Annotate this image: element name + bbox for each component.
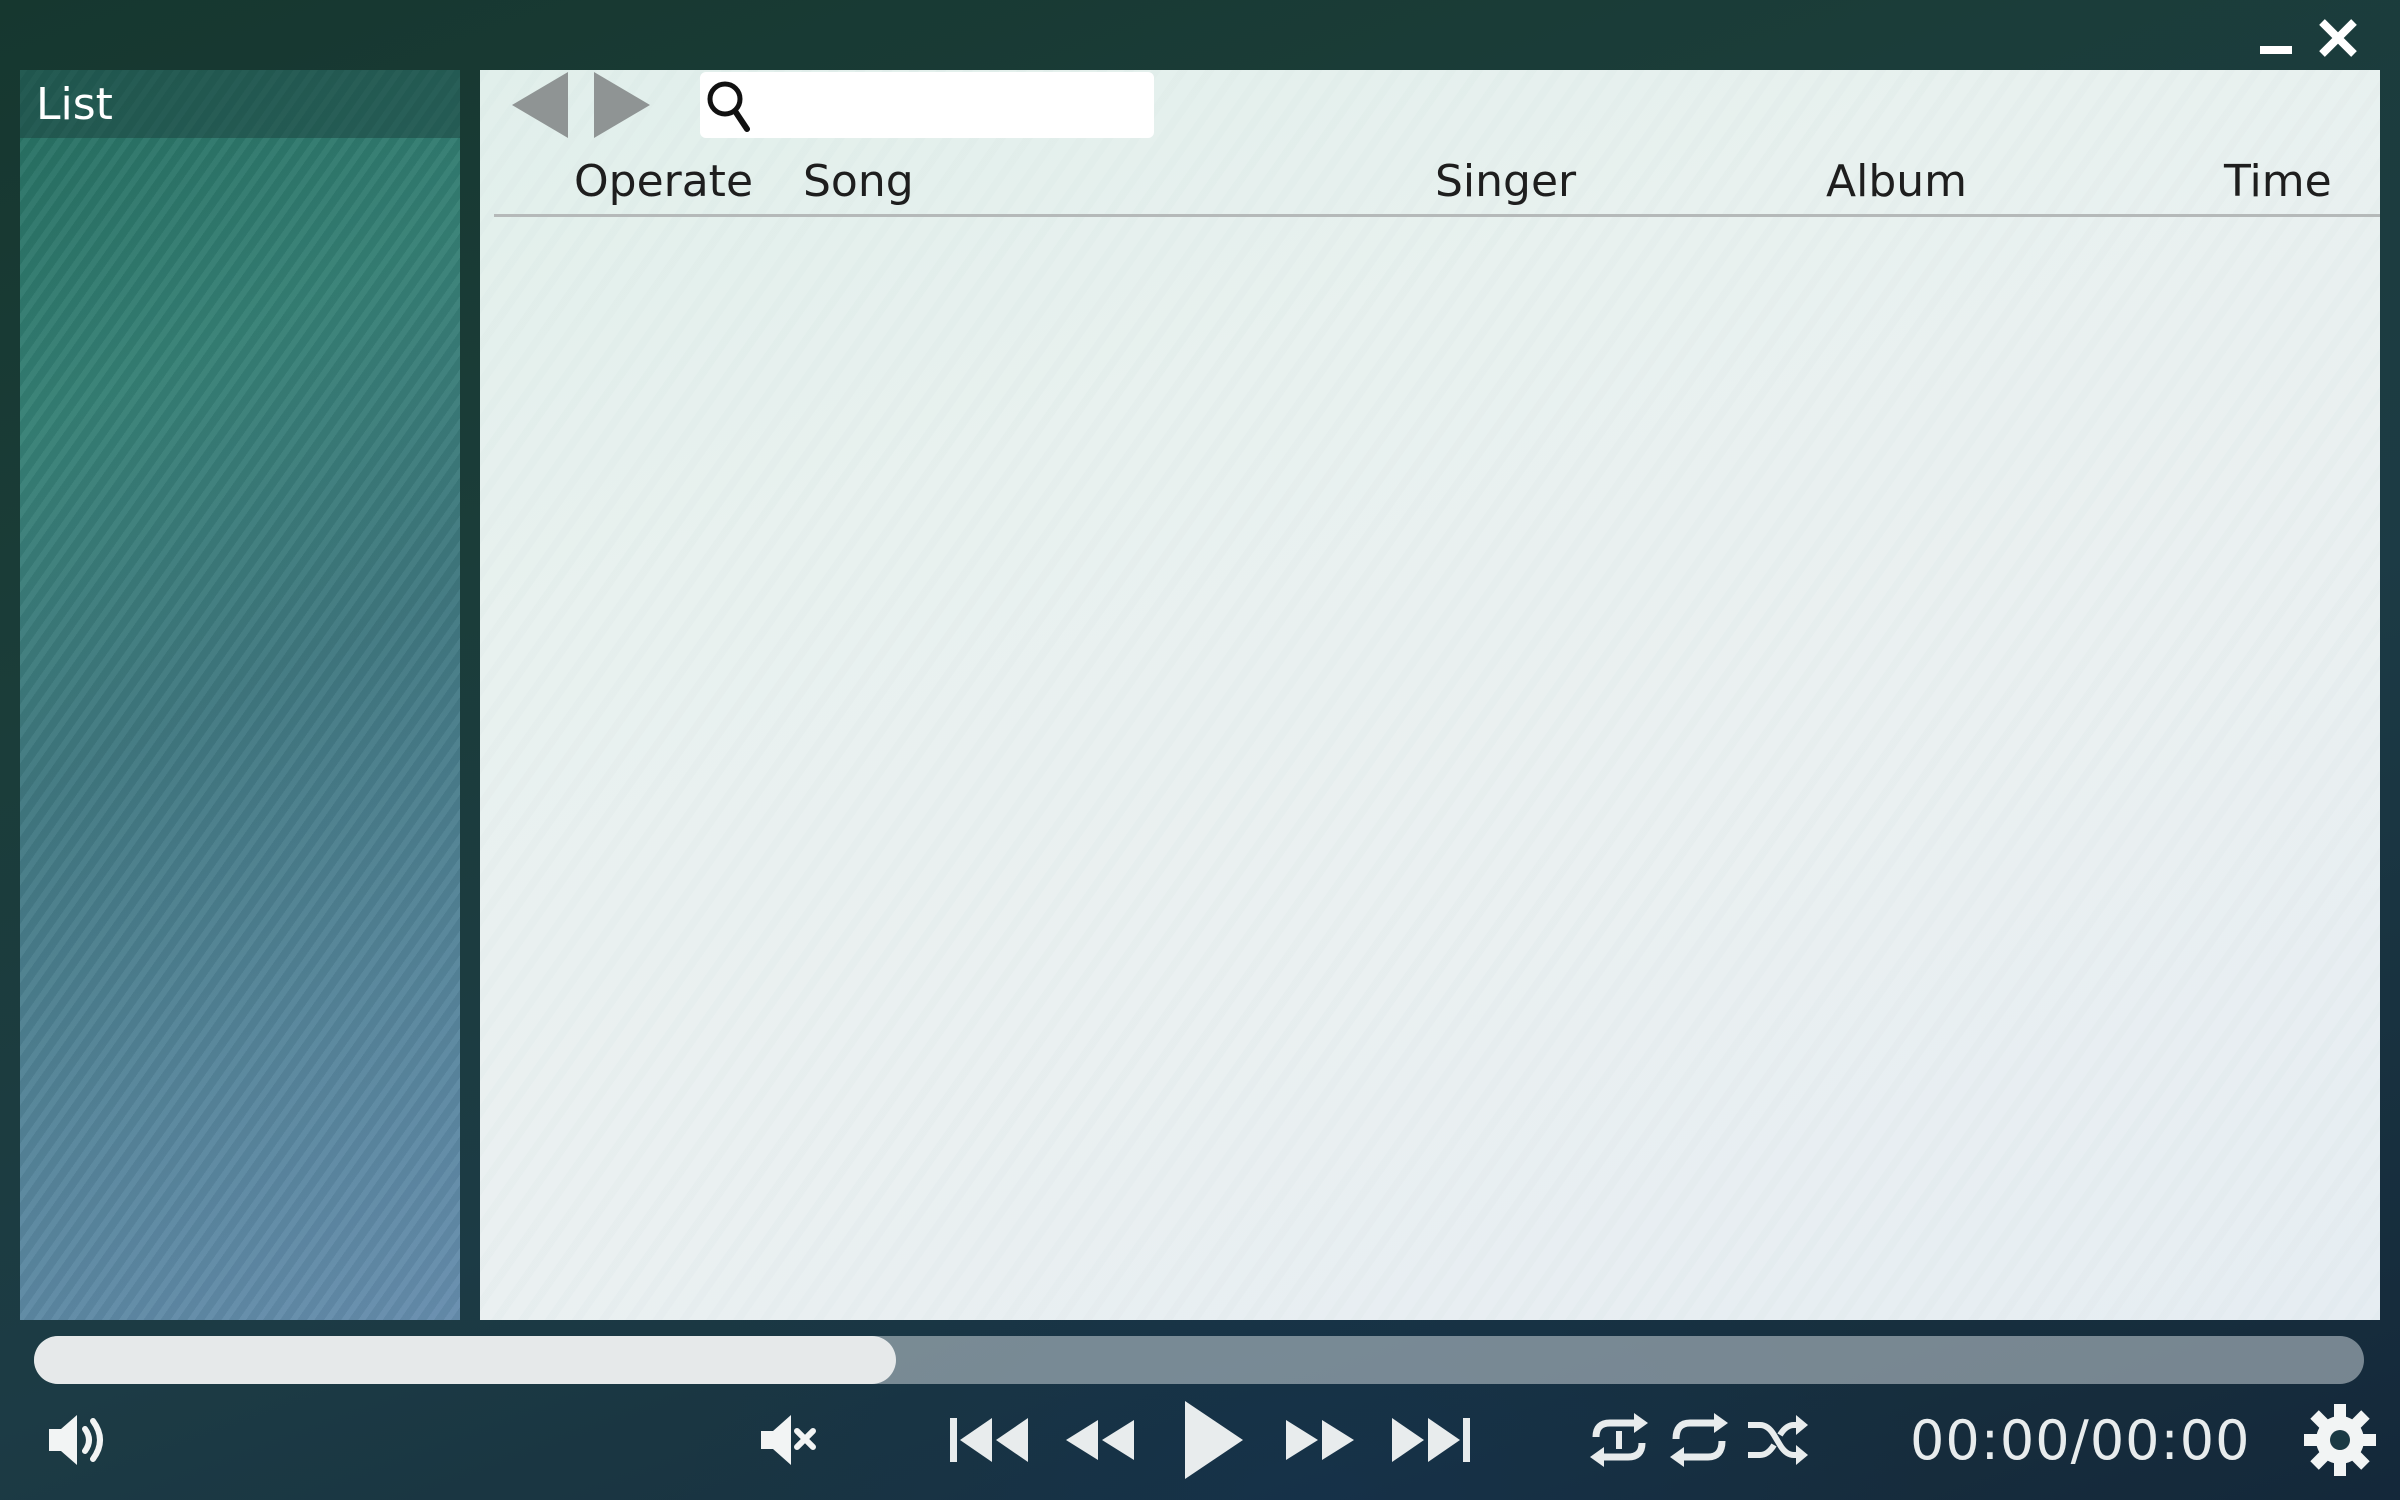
skip-to-end-button[interactable] — [1384, 1400, 1474, 1480]
volume-icon — [49, 1415, 103, 1465]
column-album[interactable]: Album — [1826, 156, 1967, 207]
playlist-sidebar: List — [20, 70, 460, 1320]
close-button[interactable] — [2316, 13, 2360, 63]
time-display: 00:00/00:00 — [1910, 1408, 2251, 1472]
settings-button[interactable] — [2300, 1400, 2380, 1480]
fast-forward-icon — [1286, 1420, 1354, 1460]
rewind-icon — [1066, 1420, 1134, 1460]
rewind-button[interactable] — [1060, 1400, 1140, 1480]
search-icon — [707, 81, 750, 132]
right-triangle-icon — [594, 72, 650, 138]
skip-to-end-icon — [1392, 1418, 1470, 1462]
play-icon — [1185, 1401, 1243, 1479]
column-song[interactable]: Song — [803, 156, 914, 207]
repeat-icon — [1670, 1413, 1728, 1467]
forward-button[interactable] — [592, 70, 652, 140]
skip-to-start-button[interactable] — [946, 1400, 1036, 1480]
search-box — [700, 72, 1154, 138]
progress-bar[interactable] — [34, 1336, 2364, 1384]
play-button[interactable] — [1176, 1392, 1248, 1488]
left-triangle-icon — [512, 72, 568, 138]
song-table-header: Operate Song Singer Album Time — [494, 152, 2380, 217]
main-texture — [480, 70, 2380, 1320]
repeat-button[interactable] — [1666, 1400, 1732, 1480]
column-operate[interactable]: Operate — [574, 156, 753, 207]
minimize-icon — [2260, 46, 2292, 54]
mute-icon — [761, 1415, 816, 1465]
sidebar-title: List — [36, 78, 113, 130]
mute-button[interactable] — [752, 1400, 824, 1480]
close-icon — [2319, 19, 2357, 57]
shuffle-icon — [1748, 1415, 1808, 1465]
minimize-button[interactable] — [2254, 13, 2298, 63]
navigation-arrows — [510, 70, 652, 140]
back-button[interactable] — [510, 70, 570, 140]
main-panel: Operate Song Singer Album Time — [480, 70, 2380, 1320]
search-button[interactable] — [700, 72, 760, 138]
repeat-one-icon — [1590, 1413, 1648, 1467]
skip-to-start-icon — [950, 1418, 1028, 1462]
search-input[interactable] — [760, 74, 1144, 136]
sidebar-header: List — [20, 70, 460, 138]
column-time[interactable]: Time — [2224, 156, 2332, 207]
window-controls — [2254, 8, 2360, 68]
fast-forward-button[interactable] — [1280, 1400, 1360, 1480]
column-singer[interactable]: Singer — [1435, 156, 1576, 207]
gear-icon — [2304, 1404, 2376, 1476]
progress-fill — [34, 1336, 897, 1384]
shuffle-button[interactable] — [1744, 1400, 1810, 1480]
volume-button[interactable] — [40, 1400, 116, 1480]
sidebar-texture — [20, 70, 460, 1320]
repeat-one-button[interactable] — [1586, 1400, 1652, 1480]
